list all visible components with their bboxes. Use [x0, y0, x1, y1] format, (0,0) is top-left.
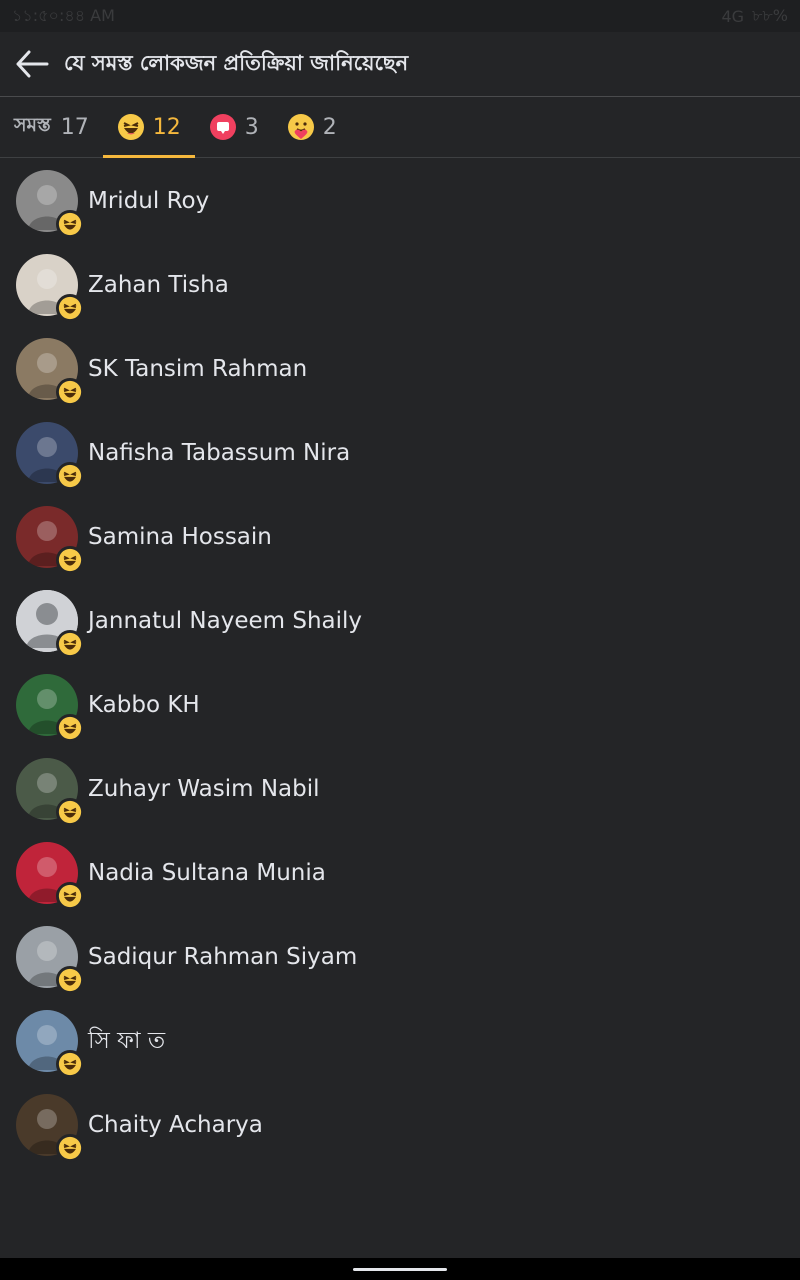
network-label: 4G: [721, 6, 745, 26]
person-name[interactable]: Nafisha Tabassum Nira: [88, 440, 350, 466]
battery-label: ৮৮%: [752, 5, 788, 25]
tab-all-count: 17: [60, 114, 89, 140]
tab-love-count: 3: [244, 114, 259, 140]
avatar-wrapper: [16, 254, 84, 322]
person-name[interactable]: SK Tansim Rahman: [88, 356, 307, 382]
person-name[interactable]: Samina Hossain: [88, 524, 272, 550]
care-icon: [287, 113, 315, 141]
system-nav-bar: [0, 1258, 800, 1280]
person-name[interactable]: Nadia Sultana Munia: [88, 860, 326, 886]
list-item[interactable]: Mridul Roy: [0, 159, 800, 243]
tab-care-count: 2: [322, 114, 337, 140]
back-button[interactable]: [0, 32, 64, 96]
people-list: Mridul Roy Zahan Tisha SK Tansim Rahman Naf…: [0, 159, 800, 1167]
avatar-wrapper: [16, 758, 84, 826]
tab-love[interactable]: 3: [195, 97, 273, 157]
list-item[interactable]: SK Tansim Rahman: [0, 327, 800, 411]
love-icon: [209, 113, 237, 141]
tab-all[interactable]: সমস্ত 17: [0, 97, 103, 157]
status-bar: ১১:৫০:৪৪ AM 4G ৮৮%: [0, 0, 800, 32]
avatar-wrapper: [16, 1094, 84, 1162]
haha-badge-icon: [56, 798, 84, 826]
haha-badge-icon: [56, 378, 84, 406]
haha-badge-icon: [56, 882, 84, 910]
list-item[interactable]: Zuhayr Wasim Nabil: [0, 747, 800, 831]
list-item[interactable]: Nafisha Tabassum Nira: [0, 411, 800, 495]
list-item[interactable]: Nadia Sultana Munia: [0, 831, 800, 915]
haha-badge-icon: [56, 462, 84, 490]
avatar-wrapper: [16, 506, 84, 574]
list-item[interactable]: Samina Hossain: [0, 495, 800, 579]
haha-badge-icon: [56, 1050, 84, 1078]
avatar-wrapper: [16, 674, 84, 742]
haha-badge-icon: [56, 714, 84, 742]
list-item[interactable]: Zahan Tisha: [0, 243, 800, 327]
tab-haha-count: 12: [152, 114, 181, 140]
person-name[interactable]: সি ফা ত: [88, 1022, 165, 1061]
haha-badge-icon: [56, 294, 84, 322]
person-name[interactable]: Chaity Acharya: [88, 1112, 263, 1138]
haha-icon: [117, 113, 145, 141]
person-name[interactable]: Kabbo KH: [88, 692, 200, 718]
haha-badge-icon: [56, 546, 84, 574]
list-item[interactable]: Sadiqur Rahman Siyam: [0, 915, 800, 999]
page-title: যে সমস্ত লোকজন প্রতিক্রিয়া জানিয়েছেন: [64, 50, 409, 75]
avatar-wrapper: [16, 842, 84, 910]
person-name[interactable]: Zahan Tisha: [88, 272, 229, 298]
avatar-wrapper: [16, 926, 84, 994]
person-name[interactable]: Jannatul Nayeem Shaily: [88, 608, 362, 634]
list-item[interactable]: Kabbo KH: [0, 663, 800, 747]
list-item[interactable]: Chaity Acharya: [0, 1083, 800, 1167]
avatar-wrapper: [16, 170, 84, 238]
avatar-wrapper: [16, 338, 84, 406]
tab-care[interactable]: 2: [273, 97, 351, 157]
avatar-wrapper: [16, 590, 84, 658]
list-item[interactable]: Jannatul Nayeem Shaily: [0, 579, 800, 663]
person-name[interactable]: Mridul Roy: [88, 188, 209, 214]
tab-all-label: সমস্ত: [14, 114, 51, 136]
haha-badge-icon: [56, 1134, 84, 1162]
haha-badge-icon: [56, 210, 84, 238]
header: যে সমস্ত লোকজন প্রতিক্রিয়া জানিয়েছেন: [0, 32, 800, 97]
back-arrow-icon: [16, 50, 49, 78]
status-icons: 4G ৮৮%: [721, 3, 788, 30]
tab-haha[interactable]: 12: [102, 97, 195, 158]
person-name[interactable]: Zuhayr Wasim Nabil: [88, 776, 320, 802]
person-name[interactable]: Sadiqur Rahman Siyam: [88, 944, 357, 970]
status-time: ১১:৫০:৪৪ AM: [12, 5, 115, 25]
haha-badge-icon: [56, 630, 84, 658]
reaction-tabs: সমস্ত 17 12 3 2: [0, 97, 800, 158]
avatar-wrapper: [16, 1010, 84, 1078]
haha-badge-icon: [56, 966, 84, 994]
home-handle[interactable]: [353, 1267, 447, 1271]
list-item[interactable]: সি ফা ত: [0, 999, 800, 1083]
avatar-wrapper: [16, 422, 84, 490]
